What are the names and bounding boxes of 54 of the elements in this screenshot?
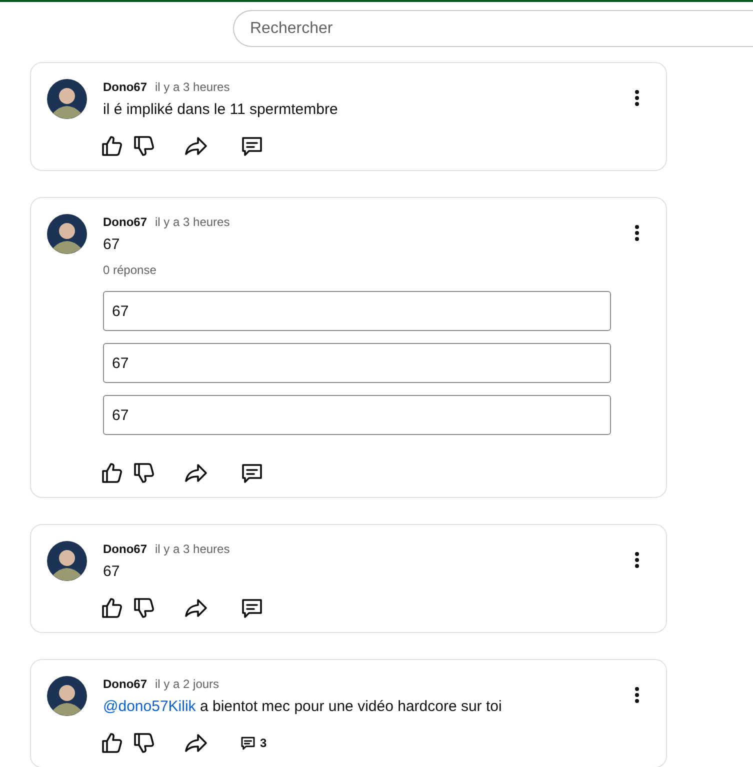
- dislike-button[interactable]: [132, 461, 156, 485]
- mention-link[interactable]: @dono57Kilik: [103, 698, 196, 715]
- like-button[interactable]: [100, 731, 124, 755]
- comment-text: 67: [103, 235, 121, 255]
- share-arrow-icon: [184, 731, 208, 755]
- dislike-button[interactable]: [132, 134, 156, 158]
- reply-field[interactable]: 67: [103, 343, 611, 383]
- share-arrow-icon: [184, 134, 208, 158]
- share-arrow-icon: [184, 596, 208, 620]
- replies-button[interactable]: 3: [240, 735, 267, 751]
- avatar: [47, 79, 87, 119]
- like-button[interactable]: [100, 461, 124, 485]
- thumbs-up-icon: [100, 731, 124, 755]
- dislike-button[interactable]: [132, 596, 156, 620]
- comment-text: il é impliké dans le 11 spermtembre: [103, 100, 339, 120]
- reply-field[interactable]: 67: [103, 291, 611, 331]
- thumbs-up-icon: [100, 461, 124, 485]
- comment-icon: [240, 134, 264, 158]
- thumbs-down-icon: [132, 134, 156, 158]
- reply-button[interactable]: [240, 134, 264, 158]
- comment-time: il y a 3 heures: [155, 542, 230, 556]
- thumbs-up-icon: [100, 134, 124, 158]
- comment-time: il y a 3 heures: [155, 215, 230, 229]
- comment-icon: [240, 461, 264, 485]
- share-button[interactable]: [184, 596, 208, 620]
- comment-icon: [240, 596, 264, 620]
- share-button[interactable]: [184, 731, 208, 755]
- comment-time: il y a 3 heures: [155, 80, 230, 94]
- reply-button[interactable]: [240, 461, 264, 485]
- avatar: [47, 214, 87, 254]
- like-button[interactable]: [100, 134, 124, 158]
- comment-time: il y a 2 jours: [155, 677, 220, 691]
- comment-text: 67: [103, 562, 121, 582]
- thumbs-down-icon: [132, 461, 156, 485]
- share-arrow-icon: [184, 461, 208, 485]
- share-button[interactable]: [184, 461, 208, 485]
- like-button[interactable]: [100, 596, 124, 620]
- thumbs-up-icon: [100, 596, 124, 620]
- author-name[interactable]: Dono67: [103, 677, 148, 691]
- author-name[interactable]: Dono67: [103, 215, 148, 229]
- share-button[interactable]: [184, 134, 208, 158]
- reply-field[interactable]: 67: [103, 395, 611, 435]
- reply-count: 0 réponse: [103, 263, 158, 277]
- comment-icon: [240, 735, 256, 751]
- thumbs-down-icon: [132, 596, 156, 620]
- reply-button[interactable]: [240, 596, 264, 620]
- avatar: [47, 676, 87, 716]
- dislike-button[interactable]: [132, 731, 156, 755]
- author-name[interactable]: Dono67: [103, 80, 148, 94]
- thumbs-down-icon: [132, 731, 156, 755]
- search-field[interactable]: Rechercher: [233, 10, 753, 47]
- author-name[interactable]: Dono67: [103, 542, 148, 556]
- comment-text: @dono57Kilik a bientot mec pour une vidéo hardcore sur toi: [103, 697, 503, 717]
- avatar: [47, 541, 87, 581]
